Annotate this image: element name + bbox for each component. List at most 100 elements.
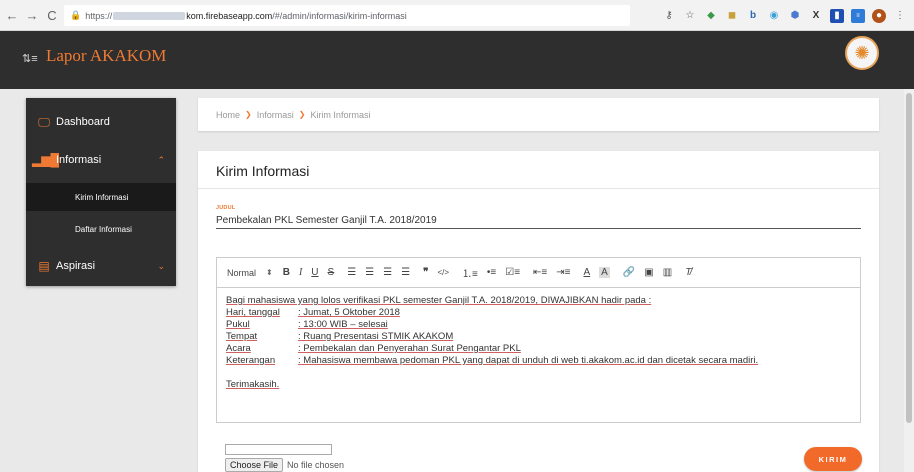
bullet-list-icon[interactable]: •≡	[487, 267, 496, 278]
ext-blue-icon[interactable]: ▮	[830, 8, 844, 23]
video-icon[interactable]: ▥	[663, 267, 672, 278]
page-scrollbar[interactable]	[904, 89, 914, 472]
divider	[198, 188, 879, 189]
user-avatar[interactable]: ✺	[845, 36, 879, 70]
italic-icon[interactable]: I	[299, 267, 302, 278]
profile-icon[interactable]: ●	[872, 8, 886, 23]
x-icon[interactable]: X	[809, 9, 823, 23]
choose-file-button[interactable]: Choose File	[225, 458, 284, 472]
list-item: Keterangan : Mahasiswa membawa pedoman P…	[226, 355, 851, 367]
sidebar-item-aspirasi[interactable]: ▤ Aspirasi ⌄	[26, 250, 176, 282]
forward-icon[interactable]: →	[24, 8, 40, 23]
ordered-list-icon[interactable]: ⒈≡	[462, 265, 478, 280]
rich-text-editor: Normal ⬍ B I U S ☰ ☰ ☰ ☰ ❞ </> ⒈≡ •≡ ☑≡ …	[216, 257, 861, 423]
sidebar-item-informasi[interactable]: ▂▆█ Informasi ⌃	[26, 144, 176, 176]
row-key: Tempat	[226, 331, 258, 342]
back-icon[interactable]: ←	[4, 8, 20, 23]
breadcrumb-home[interactable]: Home	[216, 110, 240, 120]
intro-text: Bagi mahasiswa yang lolos verifikasi PKL…	[226, 295, 652, 306]
editor-toolbar: Normal ⬍ B I U S ☰ ☰ ☰ ☰ ❞ </> ⒈≡ •≡ ☑≡ …	[217, 258, 860, 288]
row-value: : Pembekalan dan Penyerahan Surat Pengan…	[298, 343, 521, 354]
outdent-icon[interactable]: ⇤≡	[533, 267, 547, 278]
text-color-icon[interactable]: A	[583, 267, 590, 278]
list-item: Hari, tanggal : Jumat, 5 Oktober 2018	[226, 307, 851, 319]
app-header: ⇅≡ Lapor AKAKOM ✺	[0, 31, 914, 89]
format-select[interactable]: Normal ⬍	[227, 268, 273, 278]
judul-input[interactable]	[216, 213, 861, 229]
row-value: : Jumat, 5 Oktober 2018	[298, 307, 400, 318]
row-key: Acara	[226, 343, 251, 354]
editor-content[interactable]: Bagi mahasiswa yang lolos verifikasi PKL…	[217, 288, 860, 398]
underline-icon[interactable]: U	[311, 267, 318, 278]
drive-icon[interactable]: ◆	[704, 9, 718, 23]
bold-icon[interactable]: B	[283, 267, 290, 278]
chevron-up-icon: ⌃	[157, 154, 165, 165]
page-title: Kirim Informasi	[216, 163, 310, 179]
scrollbar-thumb[interactable]	[906, 93, 912, 423]
tab-icon[interactable]: ◉	[767, 9, 781, 23]
sidebar-item-dashboard[interactable]: 🖵 Dashboard	[26, 106, 176, 138]
image-icon[interactable]: ▣	[644, 267, 653, 278]
reload-icon[interactable]: C	[44, 8, 60, 23]
breadcrumb: Home ❯ Informasi ❯ Kirim Informasi	[198, 98, 879, 131]
row-key: Pukul	[226, 319, 250, 330]
menu-icon[interactable]: ⋮	[893, 9, 907, 23]
sidebar-subitem-kirim-informasi[interactable]: Kirim Informasi	[26, 183, 176, 211]
extensions-area: ⚷ ☆ ◆ ◼ b ◉ ⬢ X ▮ ≡ ● ⋮	[662, 0, 914, 31]
document-icon: ▤	[38, 259, 50, 273]
align-left-icon[interactable]: ☰	[347, 267, 356, 278]
judul-label: JUDUL	[216, 205, 236, 211]
file-preview-box	[225, 444, 332, 455]
star-icon[interactable]: ☆	[683, 9, 697, 23]
checklist-icon[interactable]: ☑≡	[505, 267, 520, 278]
chevron-right-icon: ❯	[245, 110, 252, 119]
row-key: Hari, tanggal	[226, 307, 280, 318]
list-item: Acara : Pembekalan dan Penyerahan Surat …	[226, 343, 851, 355]
indent-icon[interactable]: ⇥≡	[556, 267, 570, 278]
sidebar-item-label: Informasi	[56, 154, 102, 166]
row-value: : 13:00 WIB – selesai	[298, 319, 388, 330]
app-title[interactable]: Lapor AKAKOM	[46, 46, 166, 66]
sidebar-item-label: Dashboard	[56, 116, 110, 128]
breadcrumb-informasi[interactable]: Informasi	[257, 110, 294, 120]
code-icon[interactable]: </>	[437, 268, 449, 277]
link-icon[interactable]: 🔗	[623, 267, 635, 278]
browser-toolbar: ← → C 🔒 https://kom.firebaseapp.com/#/ad…	[0, 0, 914, 31]
breadcrumb-current: Kirim Informasi	[310, 109, 371, 120]
url-text: https://kom.firebaseapp.com/#/admin/info…	[85, 10, 407, 21]
sort-menu-icon[interactable]: ⇅≡	[22, 52, 40, 68]
shield-icon[interactable]: ⬢	[788, 9, 802, 23]
monitor-icon: 🖵	[38, 114, 50, 129]
row-value: : Ruang Presentasi STMIK AKAKOM	[298, 331, 454, 342]
chevron-right-icon: ❯	[298, 110, 306, 119]
sidebar-item-label: Aspirasi	[56, 260, 96, 272]
select-arrows-icon: ⬍	[266, 268, 273, 277]
bar-chart-icon: ▂▆█	[32, 153, 59, 167]
chevron-down-icon: ⌄	[157, 260, 165, 271]
new-icon[interactable]: ≡	[851, 8, 865, 23]
address-bar[interactable]: 🔒 https://kom.firebaseapp.com/#/admin/in…	[64, 5, 630, 26]
strike-icon[interactable]: S	[328, 267, 335, 278]
kirim-button[interactable]: KIRIM	[804, 447, 862, 471]
lock-icon: 🔒	[70, 10, 82, 20]
bookmark-icon[interactable]: b	[746, 9, 760, 23]
align-center-icon[interactable]: ☰	[365, 267, 374, 278]
file-status: No file chosen	[287, 460, 345, 470]
kaspersky-icon[interactable]: ◼	[725, 9, 739, 23]
redacted-host	[113, 12, 186, 21]
sidebar-subitem-daftar-informasi[interactable]: Daftar Informasi	[26, 215, 176, 243]
background-color-icon[interactable]: A	[599, 267, 610, 278]
blockquote-icon[interactable]: ❞	[423, 267, 428, 278]
format-select-value: Normal	[227, 267, 257, 278]
key-icon[interactable]: ⚷	[662, 9, 676, 23]
file-input: Choose File No file chosen	[225, 458, 345, 472]
align-right-icon[interactable]: ☰	[383, 267, 392, 278]
align-justify-icon[interactable]: ☰	[401, 267, 410, 278]
kirim-informasi-card: Kirim Informasi JUDUL Normal ⬍ B I U S ☰…	[198, 151, 879, 472]
row-key: Keterangan	[226, 355, 276, 366]
list-item: Tempat : Ruang Presentasi STMIK AKAKOM	[226, 331, 851, 343]
clear-format-icon[interactable]: T̸	[685, 267, 691, 278]
list-item: Pukul : 13:00 WIB – selesai	[226, 319, 851, 331]
row-value: : Mahasiswa membawa pedoman PKL yang dap…	[298, 355, 759, 366]
